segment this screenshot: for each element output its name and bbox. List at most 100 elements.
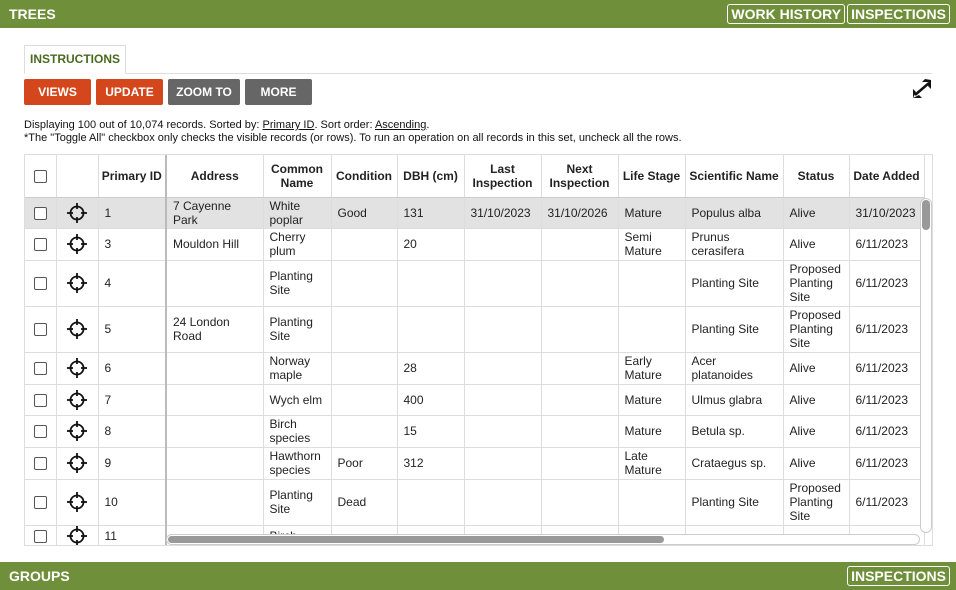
row-checkbox[interactable] bbox=[33, 425, 47, 439]
zoom-to-button[interactable]: ZOOM TO bbox=[168, 79, 240, 105]
cell-date-added: 6/11/2023 bbox=[849, 384, 925, 416]
toggle-note: *The "Toggle All" checkbox only checks t… bbox=[24, 132, 682, 144]
row-checkbox[interactable] bbox=[33, 238, 47, 252]
cell-status: Alive bbox=[783, 384, 850, 416]
cell-primary-id: 6 bbox=[98, 352, 167, 385]
header-date-added[interactable]: Date Added bbox=[849, 155, 925, 198]
header-scientific-name[interactable]: Scientific Name bbox=[685, 155, 784, 198]
cell-next-inspection bbox=[541, 352, 619, 385]
cell-address: Mouldon Hill bbox=[166, 228, 264, 261]
row-select-cell bbox=[25, 384, 57, 416]
crosshair-icon[interactable] bbox=[67, 421, 87, 441]
views-button[interactable]: VIEWS bbox=[24, 79, 91, 105]
cell-primary-id: 1 bbox=[98, 197, 167, 229]
cell-status: Proposed Planting Site bbox=[783, 479, 850, 526]
header-common-name[interactable]: Common Name bbox=[263, 155, 332, 198]
cell-dbh: 312 bbox=[397, 447, 465, 480]
header-last-inspection[interactable]: Last Inspection bbox=[464, 155, 542, 198]
cell-last-inspection bbox=[464, 352, 542, 385]
groups-inspections-button[interactable]: INSPECTIONS bbox=[847, 566, 950, 586]
row-zoom-cell bbox=[56, 260, 99, 307]
cell-status: Alive bbox=[783, 447, 850, 480]
row-select-cell bbox=[25, 447, 57, 480]
cell-scientific-name: Planting Site bbox=[685, 306, 784, 353]
row-checkbox[interactable] bbox=[33, 529, 47, 543]
cell-last-inspection bbox=[464, 306, 542, 353]
row-checkbox[interactable] bbox=[33, 457, 47, 471]
table-row[interactable]: 7 Wych elm 400 Mature Ulmus glabra Alive 6/11/… bbox=[25, 384, 925, 416]
sort-field-link[interactable]: Primary ID bbox=[262, 119, 314, 131]
header-zoom bbox=[56, 155, 99, 198]
table-row[interactable]: 8 Birch species 15 Mature Betula sp. Alive 6/1… bbox=[25, 415, 925, 448]
crosshair-icon[interactable] bbox=[67, 358, 87, 378]
row-checkbox[interactable] bbox=[33, 277, 47, 291]
bottom-panel-bar: GROUPS INSPECTIONS bbox=[0, 562, 956, 590]
horizontal-scrollbar[interactable] bbox=[166, 534, 920, 545]
cell-dbh bbox=[397, 479, 465, 526]
vertical-scroll-thumb[interactable] bbox=[922, 200, 930, 230]
toggle-all-checkbox[interactable] bbox=[33, 169, 47, 183]
update-button[interactable]: UPDATE bbox=[96, 79, 163, 105]
sort-order-link[interactable]: Ascending bbox=[375, 119, 426, 131]
crosshair-icon[interactable] bbox=[67, 389, 87, 410]
top-panel-bar: TREES WORK HISTORY INSPECTIONS bbox=[0, 0, 956, 28]
crosshair-icon[interactable] bbox=[67, 453, 87, 473]
cell-next-inspection: 31/10/2026 bbox=[541, 197, 619, 229]
row-zoom-cell bbox=[56, 228, 99, 261]
cell-last-inspection bbox=[464, 228, 542, 261]
cell-date-added: 6/11/2023 bbox=[849, 415, 925, 448]
header-status[interactable]: Status bbox=[783, 155, 850, 198]
row-checkbox[interactable] bbox=[33, 496, 47, 510]
cell-status: Alive bbox=[783, 352, 850, 385]
crosshair-icon[interactable] bbox=[67, 234, 87, 254]
cell-dbh: 131 bbox=[397, 197, 465, 229]
cell-status: Proposed Planting Site bbox=[783, 260, 850, 307]
row-zoom-cell bbox=[56, 306, 99, 353]
crosshair-icon[interactable] bbox=[67, 202, 87, 223]
header-next-inspection[interactable]: Next Inspection bbox=[541, 155, 619, 198]
cell-condition: Good bbox=[331, 197, 398, 229]
row-checkbox[interactable] bbox=[33, 393, 47, 407]
cell-condition bbox=[331, 260, 398, 307]
table-row[interactable]: 5 24 London Road Planting Site Planting Sit… bbox=[25, 306, 925, 353]
cell-common-name: Planting Site bbox=[263, 306, 332, 353]
inspections-button[interactable]: INSPECTIONS bbox=[847, 4, 950, 24]
table-row[interactable]: 9 Hawthorn species Poor 312 Late Mature Crata… bbox=[25, 447, 925, 480]
table-row[interactable]: 10 Planting Site Dead Planting Site Proposed… bbox=[25, 479, 925, 526]
cell-dbh bbox=[397, 306, 465, 353]
cell-status: Alive bbox=[783, 197, 850, 229]
cell-next-inspection bbox=[541, 479, 619, 526]
header-primary-id[interactable]: Primary ID bbox=[98, 155, 167, 198]
crosshair-icon[interactable] bbox=[67, 525, 87, 546]
header-address[interactable]: Address bbox=[166, 155, 264, 198]
cell-status: Alive bbox=[783, 415, 850, 448]
header-condition[interactable]: Condition bbox=[331, 155, 398, 198]
row-select-cell bbox=[25, 260, 57, 307]
row-checkbox[interactable] bbox=[33, 206, 47, 220]
table-row[interactable]: 3 Mouldon Hill Cherry plum 20 Semi Mature Pru… bbox=[25, 228, 925, 261]
tab-instructions[interactable]: INSTRUCTIONS bbox=[24, 45, 126, 74]
cell-primary-id: 9 bbox=[98, 447, 167, 480]
table-row[interactable]: 17 Cayenne Park White poplar Good 131 31/10/… bbox=[25, 197, 925, 229]
more-button[interactable]: MORE bbox=[245, 79, 312, 105]
crosshair-icon[interactable] bbox=[67, 273, 87, 293]
cell-life-stage: Semi Mature bbox=[618, 228, 686, 261]
cell-life-stage: Early Mature bbox=[618, 352, 686, 385]
header-life-stage[interactable]: Life Stage bbox=[618, 155, 686, 198]
row-checkbox[interactable] bbox=[33, 323, 47, 337]
table-row[interactable]: 4 Planting Site Planting Site Proposed Plan… bbox=[25, 260, 925, 307]
horizontal-scroll-thumb[interactable] bbox=[168, 536, 664, 543]
crosshair-icon[interactable] bbox=[67, 492, 87, 512]
cell-next-inspection bbox=[541, 447, 619, 480]
crosshair-icon[interactable] bbox=[67, 319, 87, 339]
table-row[interactable]: 6 Norway maple 28 Early Mature Acer platanoi… bbox=[25, 352, 925, 385]
cell-common-name: Birch species bbox=[263, 415, 332, 448]
cell-common-name: Norway maple bbox=[263, 352, 332, 385]
cell-address: 7 Cayenne Park bbox=[166, 197, 264, 229]
expand-icon[interactable] bbox=[910, 78, 934, 100]
header-dbh[interactable]: DBH (cm) bbox=[397, 155, 465, 198]
row-checkbox[interactable] bbox=[33, 362, 47, 376]
vertical-scrollbar[interactable] bbox=[920, 198, 932, 533]
work-history-button[interactable]: WORK HISTORY bbox=[727, 4, 846, 24]
row-select-cell bbox=[25, 525, 57, 545]
